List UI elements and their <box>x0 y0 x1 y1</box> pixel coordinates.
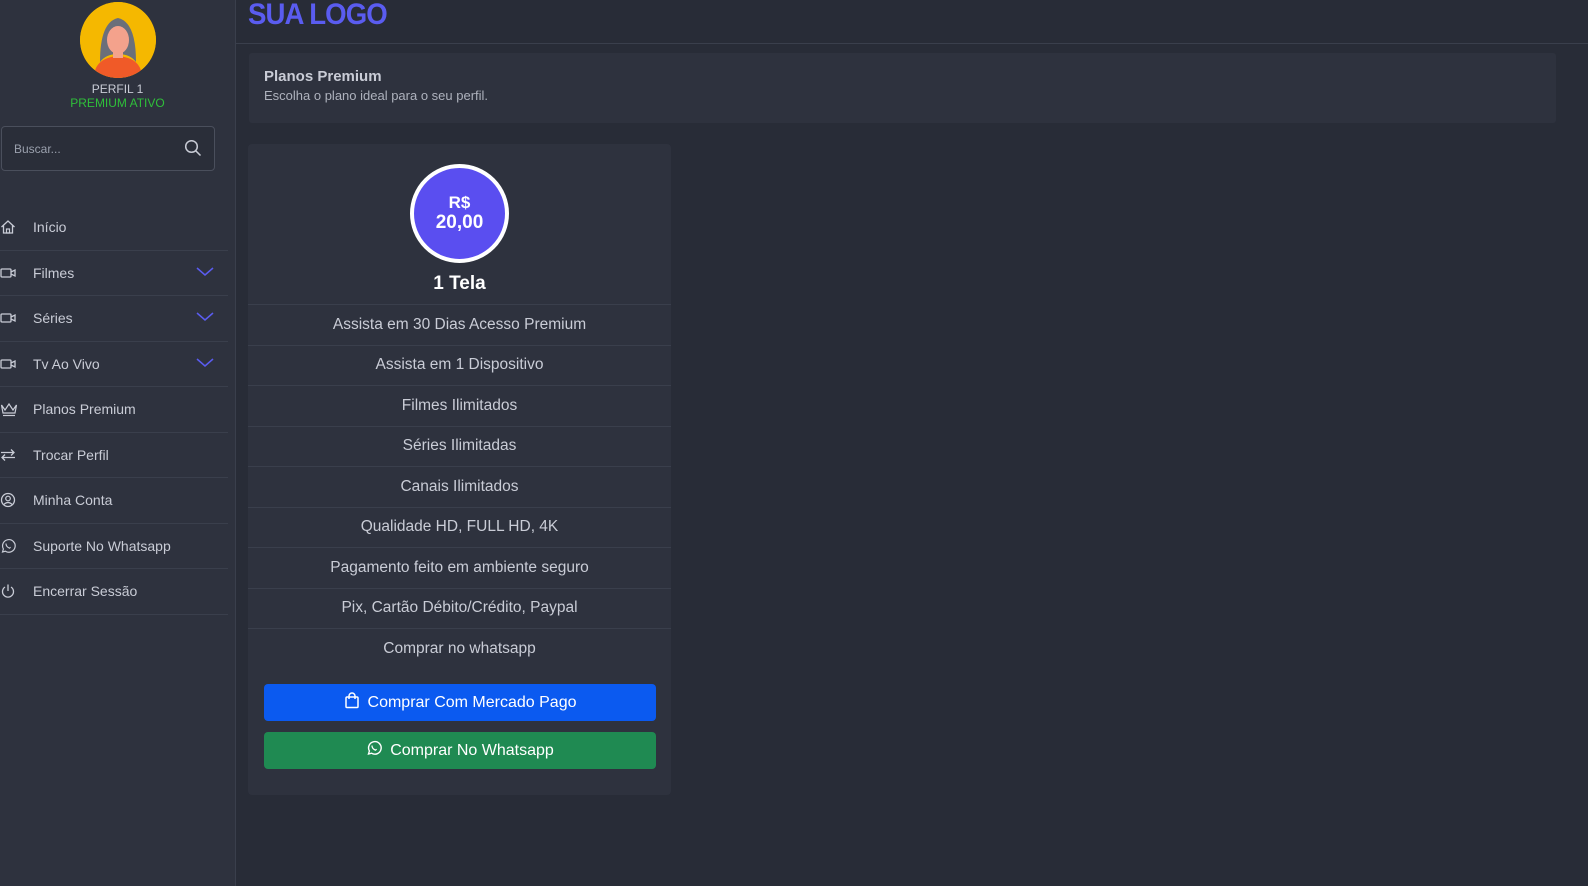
shopping-bag-icon <box>344 691 360 714</box>
sidebar-item-label: Trocar Perfil <box>33 446 109 463</box>
page-title: Planos Premium <box>264 68 382 85</box>
buy-mercado-pago-label: Comprar Com Mercado Pago <box>367 693 577 711</box>
sidebar-item-planos-premium[interactable]: Planos Premium <box>0 387 228 433</box>
profile-block: PERFIL 1 PREMIUM ATIVO <box>0 0 235 110</box>
feature-item: Assista em 1 Dispositivo <box>248 344 671 386</box>
whatsapp-icon <box>0 537 18 555</box>
plan-features-list: Assista em 30 Dias Acesso Premium Assist… <box>248 304 671 669</box>
sidebar-nav: Início Filmes Séries Tv Ao Vivo Planos P… <box>0 205 228 615</box>
page-subtitle: Escolha o plano ideal para o seu perfil. <box>264 88 489 103</box>
top-bar: SUA LOGO <box>236 0 1588 44</box>
whatsapp-icon <box>366 740 383 761</box>
sidebar: PERFIL 1 PREMIUM ATIVO Início Filmes <box>0 0 236 886</box>
feature-item: Pix, Cartão Débito/Crédito, Paypal <box>248 587 671 629</box>
search-icon[interactable] <box>184 139 202 162</box>
sidebar-item-trocar-perfil[interactable]: Trocar Perfil <box>0 433 228 478</box>
video-camera-icon <box>0 309 18 327</box>
feature-item: Qualidade HD, FULL HD, 4K <box>248 506 671 548</box>
avatar[interactable] <box>79 2 156 78</box>
search-box <box>1 126 215 171</box>
sidebar-item-series[interactable]: Séries <box>0 296 228 342</box>
power-icon <box>0 582 18 600</box>
site-logo[interactable]: SUA LOGO <box>248 0 388 32</box>
sidebar-item-label: Suporte No Whatsapp <box>33 537 171 554</box>
feature-item: Comprar no whatsapp <box>248 628 671 669</box>
swap-arrows-icon <box>0 446 18 464</box>
profile-name: PERFIL 1 <box>91 82 144 96</box>
chevron-down-icon[interactable] <box>196 356 214 374</box>
feature-item: Séries Ilimitadas <box>248 425 671 467</box>
feature-item: Canais Ilimitados <box>248 466 671 507</box>
price-value: 20,00 <box>435 212 484 233</box>
plan-name: 1 Tela <box>433 273 486 294</box>
page-header: Planos Premium Escolha o plano ideal par… <box>249 53 1556 123</box>
user-circle-icon <box>0 491 18 509</box>
search-input[interactable] <box>2 127 172 170</box>
crown-icon <box>0 400 18 418</box>
sidebar-item-label: Planos Premium <box>33 401 136 418</box>
sidebar-item-filmes[interactable]: Filmes <box>0 251 228 296</box>
sidebar-item-label: Minha Conta <box>33 492 113 509</box>
buy-whatsapp-button[interactable]: Comprar No Whatsapp <box>264 732 656 769</box>
sidebar-item-label: Tv Ao Vivo <box>33 355 100 372</box>
sidebar-item-label: Filmes <box>33 264 75 281</box>
home-icon <box>0 218 18 236</box>
buy-mercado-pago-button[interactable]: Comprar Com Mercado Pago <box>264 684 656 721</box>
feature-item: Assista em 30 Dias Acesso Premium <box>248 304 671 345</box>
feature-item: Pagamento feito em ambiente seguro <box>248 547 671 588</box>
video-camera-icon <box>0 264 18 282</box>
sidebar-item-label: Início <box>33 219 67 236</box>
price-currency: R$ <box>448 193 471 212</box>
video-camera-icon <box>0 355 18 373</box>
price-badge: R$ 20,00 <box>410 164 509 263</box>
sidebar-item-minha-conta[interactable]: Minha Conta <box>0 478 228 524</box>
sidebar-item-label: Encerrar Sessão <box>33 583 138 600</box>
premium-status-badge: PREMIUM ATIVO <box>70 96 165 110</box>
chevron-down-icon[interactable] <box>196 310 214 328</box>
sidebar-item-encerrar-sessao[interactable]: Encerrar Sessão <box>0 569 228 615</box>
sidebar-item-tv-ao-vivo[interactable]: Tv Ao Vivo <box>0 342 228 387</box>
feature-item: Filmes Ilimitados <box>248 385 671 426</box>
sidebar-item-suporte-whatsapp[interactable]: Suporte No Whatsapp <box>0 524 228 569</box>
chevron-down-icon[interactable] <box>196 265 214 283</box>
sidebar-item-label: Séries <box>33 310 73 327</box>
buy-whatsapp-label: Comprar No Whatsapp <box>390 741 554 759</box>
plan-card: R$ 20,00 1 Tela Assista em 30 Dias Acess… <box>248 144 671 795</box>
sidebar-item-inicio[interactable]: Início <box>0 205 228 251</box>
